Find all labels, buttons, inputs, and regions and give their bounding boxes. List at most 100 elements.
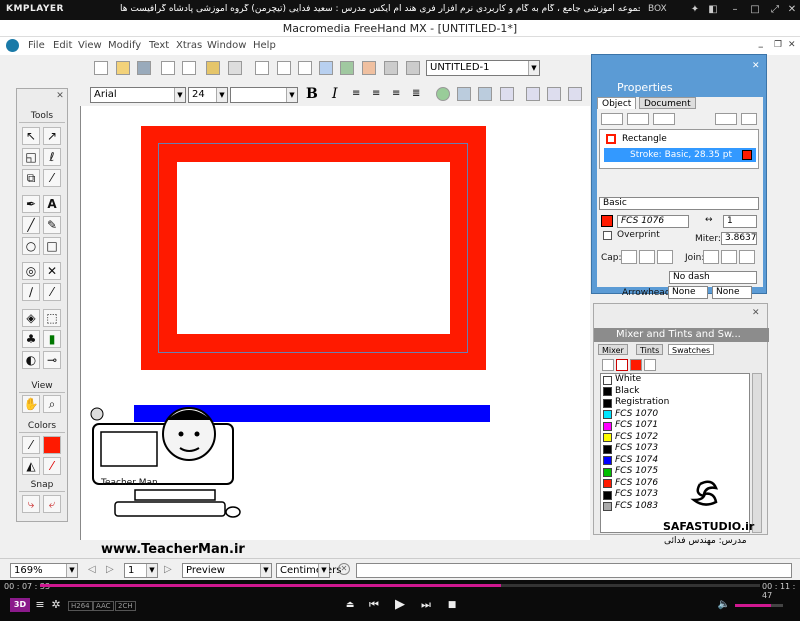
attribute-stroke[interactable]: Stroke: Basic, 28.35 pt [604, 148, 756, 162]
settings-icon[interactable]: ✲ [48, 597, 64, 613]
color-icon[interactable] [362, 61, 376, 75]
justify-icon[interactable]: ≣ [412, 87, 426, 101]
lock-icon[interactable] [206, 61, 220, 75]
swatch-item[interactable]: FCS 1074 [601, 455, 749, 467]
library-icon[interactable] [319, 61, 333, 75]
volume-icon[interactable]: 🔈 [716, 597, 732, 613]
columns-icon[interactable] [547, 87, 561, 101]
connector-tool-icon[interactable]: ⊸ [43, 351, 61, 369]
eject-icon[interactable]: ⏏ [342, 597, 358, 613]
hand-tool-icon[interactable]: ✋ [22, 395, 40, 413]
swatch-item[interactable]: Black [601, 386, 749, 398]
cap-round-icon[interactable] [639, 250, 655, 264]
stroke-swatch[interactable] [43, 436, 61, 454]
swatch-grid-icon[interactable] [384, 61, 398, 75]
menu-icon[interactable]: ≡ [32, 597, 48, 613]
shadow-tool-icon[interactable]: ◐ [22, 351, 40, 369]
ring-icon[interactable] [436, 87, 450, 101]
new-document-icon[interactable] [94, 61, 108, 75]
next-icon[interactable]: ⏭ [418, 597, 434, 613]
swatch-item[interactable]: FCS 1076 [601, 478, 749, 490]
menu-text[interactable]: Text [149, 40, 169, 51]
zoom-select[interactable]: 169% ▼ [10, 563, 78, 578]
dash-select[interactable]: No dash [669, 271, 757, 284]
join-bevel-icon[interactable] [739, 250, 755, 264]
overprint-checkbox[interactable] [603, 231, 612, 240]
stroke-props-icon[interactable] [601, 113, 623, 125]
pen-tool-icon[interactable]: ✒ [22, 195, 40, 213]
graphic-hose-icon[interactable]: ♣ [22, 330, 40, 348]
fill-none-swatch[interactable]: ⁄ [43, 457, 61, 475]
rectangle-tool-icon[interactable]: □ [43, 237, 61, 255]
swatch-options-icon[interactable] [644, 359, 656, 371]
swatch-item[interactable]: FCS 1073 [601, 443, 749, 455]
stroke-color-select[interactable]: FCS 1076 [617, 215, 689, 228]
knife-tool-icon[interactable]: ∕ [22, 283, 40, 301]
zoom-tool-icon[interactable]: ⌕ [43, 395, 61, 413]
view-mode-select[interactable]: Preview ▼ [182, 563, 272, 578]
fill-color-icon[interactable]: ◭ [22, 457, 40, 475]
duplicate-attr-icon[interactable] [715, 113, 737, 125]
3d-mode-button[interactable]: 3D [10, 598, 30, 612]
chart-tool-icon[interactable]: ▮ [43, 330, 61, 348]
close-icon[interactable]: ✕ [785, 3, 799, 17]
text-tool-icon[interactable]: A [43, 195, 61, 213]
scale-tool-icon[interactable]: ⧉ [22, 169, 40, 187]
box-menu[interactable]: BOX [648, 4, 667, 14]
swatch-item[interactable]: FCS 1075 [601, 466, 749, 478]
eyedropper-tool-icon[interactable]: ⁄ [43, 169, 61, 187]
import-icon[interactable] [161, 61, 175, 75]
pencil-tool-icon[interactable]: ✎ [43, 216, 61, 234]
text-editor-icon[interactable] [568, 87, 582, 101]
document-canvas[interactable]: Teacher Man www.TeacherMan.ir [80, 106, 590, 557]
swatch-scrollbar[interactable] [752, 373, 762, 533]
menu-modify[interactable]: Modify [108, 40, 141, 51]
document-select[interactable]: UNTITLED-1 ▼ [426, 60, 540, 76]
close-icon[interactable]: ✕ [55, 91, 65, 101]
align-icon[interactable] [255, 61, 269, 75]
font-style-select[interactable]: ▼ [230, 87, 298, 103]
stroke-target-icon[interactable] [616, 359, 628, 371]
swatch-item[interactable]: FCS 1073 [601, 489, 749, 501]
menu-xtras[interactable]: Xtras [176, 40, 202, 51]
swatch-item[interactable]: FCS 1083 [601, 501, 749, 513]
tab-swatches[interactable]: Swatches [668, 344, 715, 355]
styles-icon[interactable] [340, 61, 354, 75]
arrowhead-start-select[interactable]: None [668, 286, 708, 299]
bold-button[interactable]: B [306, 86, 318, 102]
skin-icon[interactable]: ◧ [706, 3, 720, 17]
close-icon[interactable]: ✕ [752, 308, 762, 318]
snap-to-guide-icon[interactable]: ⤶ [43, 495, 61, 513]
swatch-item[interactable]: FCS 1071 [601, 420, 749, 432]
menu-window[interactable]: Window [207, 40, 246, 51]
text-wrap-icon[interactable] [500, 87, 514, 101]
swatch-item[interactable]: FCS 1070 [601, 409, 749, 421]
minimize-icon[interactable]: – [728, 3, 742, 17]
mirror-tool-icon[interactable]: ⬚ [43, 309, 61, 327]
menu-edit[interactable]: Edit [53, 40, 72, 51]
path-icon[interactable] [478, 87, 492, 101]
unlock-icon[interactable] [228, 61, 242, 75]
distribute-icon[interactable] [277, 61, 291, 75]
pin-icon[interactable]: ✦ [688, 3, 702, 17]
units-select[interactable]: Centimeters ▼ [276, 563, 341, 578]
transform-icon[interactable] [298, 61, 312, 75]
cap-butt-icon[interactable] [621, 250, 637, 264]
previous-icon[interactable]: ⏮ [366, 597, 382, 613]
page-tool-icon[interactable]: ◱ [22, 148, 40, 166]
flow-icon[interactable] [526, 87, 540, 101]
swatch-item[interactable]: Registration [601, 397, 749, 409]
fullscreen-icon[interactable]: ⤢ [768, 3, 782, 17]
menu-help[interactable]: Help [253, 40, 276, 51]
join-miter-icon[interactable] [703, 250, 719, 264]
font-family-select[interactable]: Arial ▼ [90, 87, 186, 103]
none-swatch-icon[interactable] [602, 359, 614, 371]
stroke-width-field[interactable]: 1 [723, 215, 757, 228]
layers-icon[interactable] [406, 61, 420, 75]
stroke-color-swatch[interactable] [601, 215, 613, 227]
mdi-restore-icon[interactable]: ❐ [774, 40, 782, 50]
ellipse-tool-icon[interactable]: ○ [22, 237, 40, 255]
swatch-item[interactable]: FCS 1072 [601, 432, 749, 444]
save-icon[interactable] [137, 61, 151, 75]
line-tool-icon[interactable]: ╱ [22, 216, 40, 234]
